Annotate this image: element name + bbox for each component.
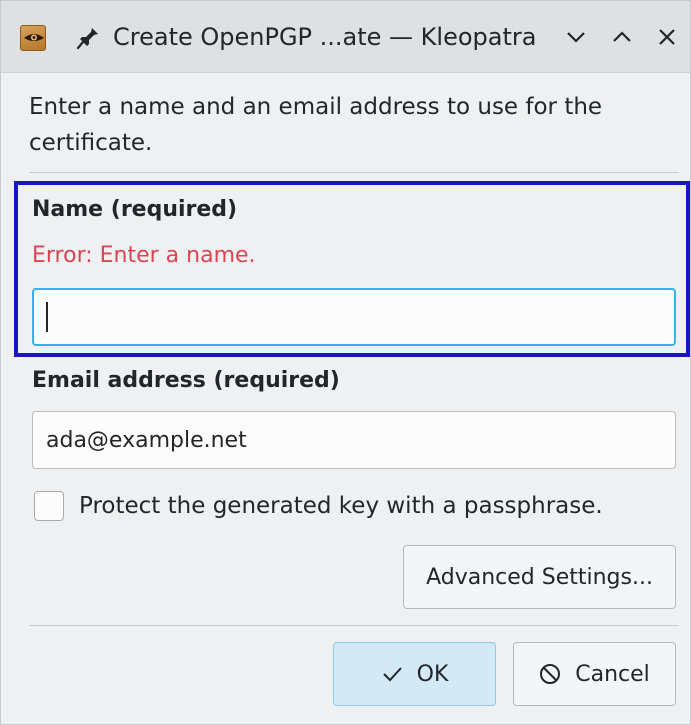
advanced-settings-label: Advanced Settings... bbox=[426, 564, 653, 590]
kleopatra-eye-icon[interactable] bbox=[20, 25, 46, 51]
email-label: Email address (required) bbox=[32, 368, 340, 393]
dialog-intro-text: Enter a name and an email address to use… bbox=[29, 94, 603, 156]
cancel-button[interactable]: Cancel bbox=[513, 642, 676, 706]
passphrase-checkbox[interactable] bbox=[34, 491, 64, 521]
ok-button-label: OK bbox=[416, 661, 449, 687]
checkmark-icon bbox=[382, 667, 402, 682]
close-icon[interactable] bbox=[653, 23, 681, 51]
title-bar: Create OpenPGP ...ate — Kleopatra bbox=[1, 1, 690, 73]
divider bbox=[29, 625, 679, 626]
window-title: Create OpenPGP ...ate — Kleopatra bbox=[113, 23, 537, 51]
email-input[interactable] bbox=[32, 411, 676, 469]
divider bbox=[29, 172, 679, 173]
chevron-down-icon[interactable] bbox=[562, 23, 590, 51]
passphrase-checkbox-label[interactable]: Protect the generated key with a passphr… bbox=[79, 493, 603, 519]
chevron-up-icon[interactable] bbox=[608, 23, 636, 51]
pin-icon[interactable] bbox=[76, 24, 100, 50]
ok-button[interactable]: OK bbox=[333, 642, 496, 706]
cancel-icon bbox=[540, 664, 561, 684]
advanced-settings-button[interactable]: Advanced Settings... bbox=[403, 545, 676, 609]
kleopatra-dialog-window: Create OpenPGP ...ate — Kleopatra Enter … bbox=[0, 0, 691, 725]
name-section-highlight bbox=[14, 181, 690, 357]
cancel-button-label: Cancel bbox=[575, 661, 650, 687]
